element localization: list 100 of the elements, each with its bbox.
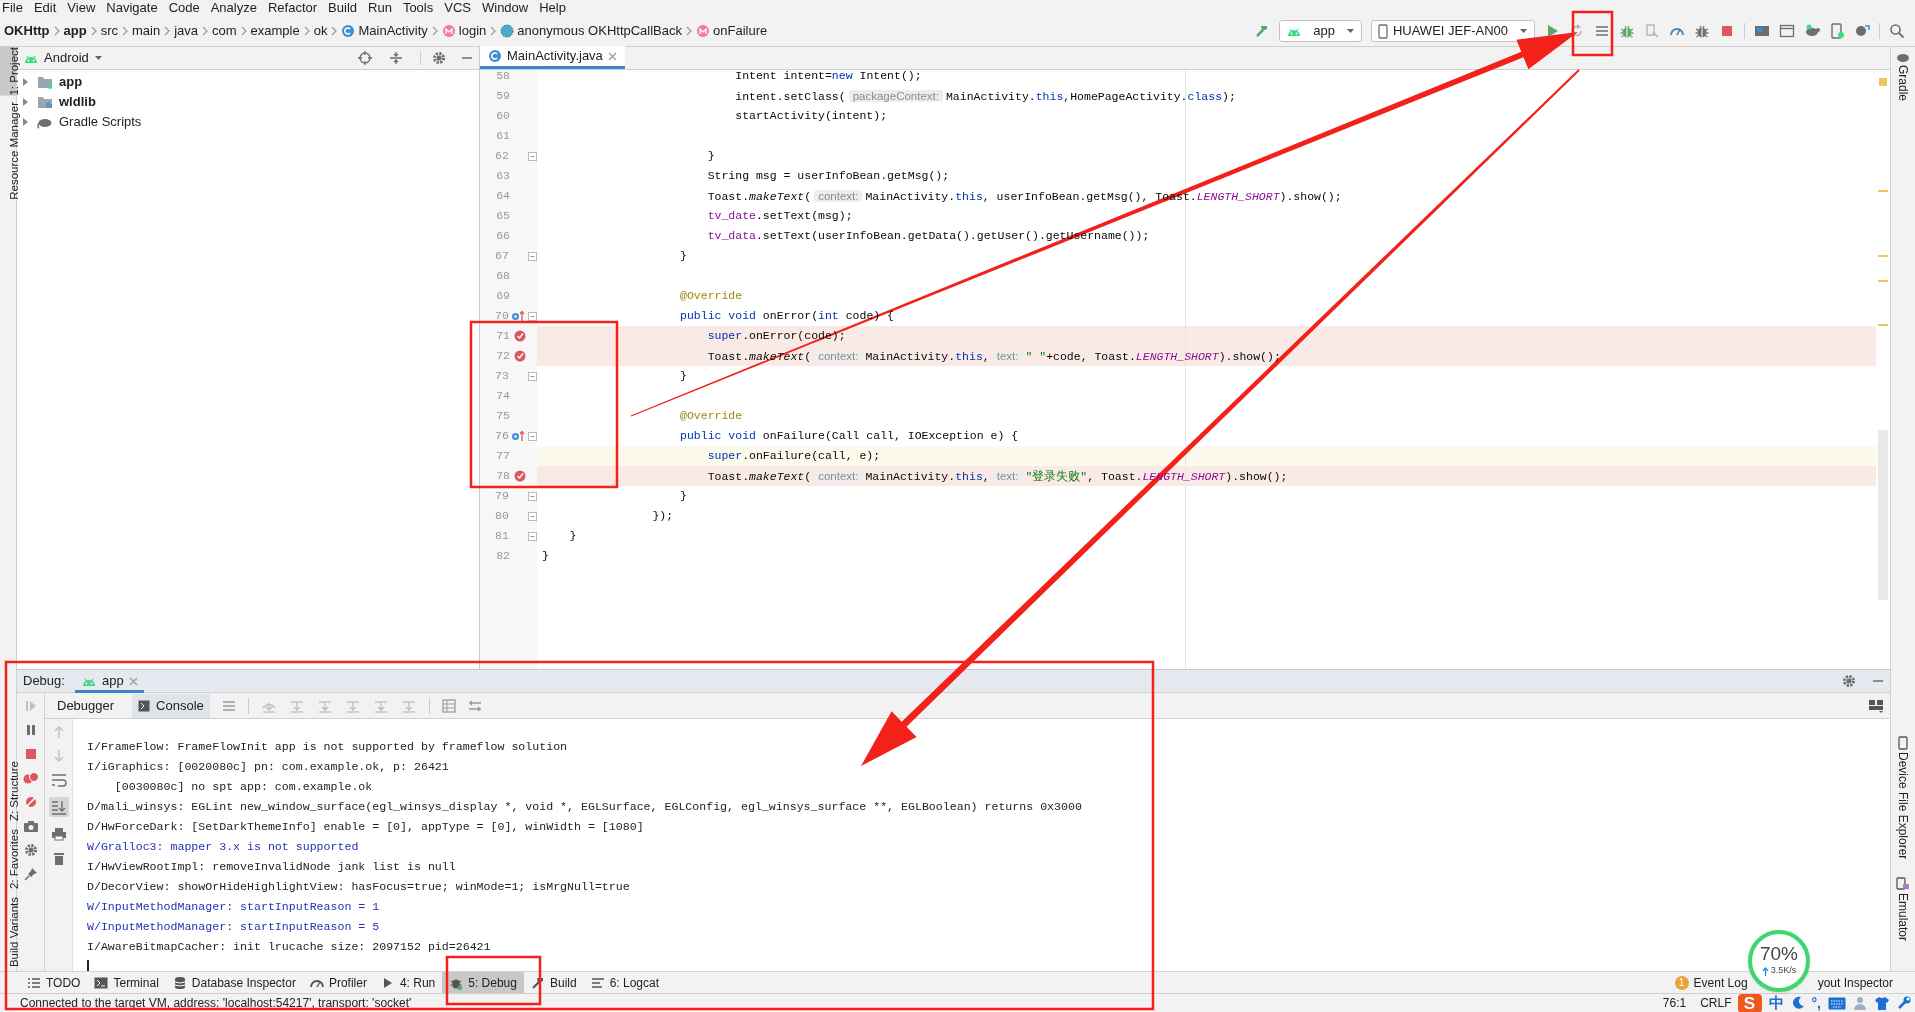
override-icon[interactable]	[511, 310, 526, 322]
menu-item[interactable]: Window	[481, 0, 529, 16]
menu-icon[interactable]	[221, 698, 236, 713]
debug-icon[interactable]	[1619, 23, 1635, 39]
keyboard-icon[interactable]	[1828, 996, 1846, 1010]
breadcrumb[interactable]: src	[100, 21, 118, 41]
editor-tab[interactable]: MainActivity.java	[480, 46, 625, 69]
menu-item[interactable]: Build	[328, 0, 357, 16]
settings-icon[interactable]	[23, 843, 38, 857]
breadcrumb[interactable]: anonymous OKHttpCallBack	[517, 21, 683, 41]
breadcrumb[interactable]: example	[250, 21, 300, 41]
trash-icon[interactable]	[52, 851, 65, 865]
moon-icon[interactable]	[1790, 996, 1805, 1010]
tool-window-tab[interactable]: Terminal	[87, 971, 166, 994]
person-icon[interactable]	[1853, 996, 1867, 1010]
tree-item[interactable]: app	[59, 72, 83, 92]
fold-marker-icon[interactable]	[528, 311, 537, 321]
close-icon[interactable]	[607, 51, 617, 61]
breakpoint-icon[interactable]	[514, 470, 526, 482]
mute-breakpoints-icon[interactable]	[23, 795, 38, 809]
tool-window-tab[interactable]: Z: Structure	[0, 760, 16, 821]
tool-window-tab[interactable]: Build	[523, 971, 584, 994]
menu-item[interactable]: Refactor	[267, 0, 318, 16]
caret-position[interactable]: 76:1	[1662, 994, 1687, 1012]
debug-session-tab[interactable]: app	[74, 669, 144, 693]
tool-window-tab[interactable]: Device File Explorer	[1893, 751, 1913, 859]
device-manager-icon[interactable]	[1829, 23, 1845, 39]
menu-item[interactable]: Edit	[33, 0, 57, 16]
close-icon[interactable]	[128, 676, 138, 686]
project-view-dropdown[interactable]: Android	[23, 48, 103, 68]
breadcrumb[interactable]: login	[458, 21, 487, 41]
fold-marker-icon[interactable]	[528, 531, 537, 541]
tree-item[interactable]: wldlib	[59, 92, 96, 112]
debugger-tab[interactable]: Console	[132, 693, 210, 718]
fold-marker-icon[interactable]	[528, 371, 537, 381]
breadcrumb[interactable]: com	[212, 21, 237, 41]
line-separator[interactable]: CRLF	[1700, 994, 1732, 1012]
turtle-icon[interactable]	[1804, 23, 1820, 39]
network-speed-widget[interactable]: 70% 3.5K/s	[1748, 930, 1810, 992]
breadcrumb[interactable]: main	[131, 21, 161, 41]
rerun-icon[interactable]	[1569, 23, 1585, 39]
breakpoint-icon[interactable]	[514, 350, 526, 362]
tool-window-tab[interactable]: 5: Debug	[442, 971, 524, 994]
breadcrumb[interactable]: MainActivity	[358, 21, 428, 41]
shirt-icon[interactable]	[1874, 996, 1890, 1010]
tool-window-tab[interactable]: Gradle	[1893, 65, 1913, 102]
breadcrumb[interactable]: ok	[313, 21, 328, 41]
collapse-icon[interactable]	[389, 51, 403, 65]
tool-window-tab[interactable]: Build Variants	[0, 896, 16, 967]
settings-icon[interactable]	[432, 51, 446, 65]
breakpoint-icon[interactable]	[514, 330, 526, 342]
fold-marker-icon[interactable]	[528, 251, 537, 261]
menu-item[interactable]: View	[67, 0, 96, 16]
stop-icon[interactable]	[1719, 23, 1735, 39]
menu-item[interactable]: VCS	[444, 0, 471, 16]
wrench-icon[interactable]	[1897, 996, 1911, 1010]
fold-marker-icon[interactable]	[528, 431, 537, 441]
tool-window-tab[interactable]: TODO	[20, 971, 88, 994]
bug-icon[interactable]	[1694, 23, 1710, 39]
breadcrumb[interactable]: OKHttp	[4, 21, 50, 41]
ime-mode[interactable]: 中	[1768, 991, 1784, 1012]
scroll-to-end-button[interactable]	[48, 797, 69, 817]
tool-window-tab[interactable]: Database Inspector	[165, 971, 303, 994]
fold-marker-icon[interactable]	[528, 491, 537, 501]
search-icon[interactable]	[1889, 23, 1905, 39]
run-config-dropdown[interactable]: app	[1279, 20, 1362, 42]
tool-window-tab[interactable]: 4: Run	[373, 971, 443, 994]
camera-icon[interactable]	[22, 819, 39, 833]
window-icon[interactable]	[1779, 23, 1795, 39]
tool-window-tab[interactable]: 6: Logcat	[583, 971, 666, 994]
stop-icon[interactable]	[23, 747, 38, 761]
crosshair-icon[interactable]	[358, 51, 372, 65]
menu-item[interactable]: File	[2, 0, 23, 16]
breadcrumb[interactable]: onFailure	[713, 21, 768, 41]
menu-item[interactable]: Analyze	[210, 0, 257, 16]
breadcrumb[interactable]: java	[174, 21, 198, 41]
settings-icon[interactable]	[1842, 674, 1856, 688]
tool-window-tab[interactable]: Profiler	[302, 971, 374, 994]
print-icon[interactable]	[50, 827, 67, 841]
tool-window-tab[interactable]: Emulator	[1893, 892, 1913, 941]
soft-wrap-icon[interactable]	[50, 773, 67, 787]
menu-item[interactable]: Code	[168, 0, 200, 16]
menu-item[interactable]: Navigate	[106, 0, 158, 16]
breakpoints-icon[interactable]	[22, 771, 39, 785]
debugger-tab[interactable]: Debugger	[51, 693, 121, 718]
device-dropdown[interactable]: HUAWEI JEF-AN00	[1370, 20, 1535, 42]
attach-debugger-icon[interactable]	[1644, 23, 1660, 39]
menu-item[interactable]: Help	[539, 0, 566, 16]
tool-window-tab[interactable]: 2: Favorites	[0, 828, 16, 889]
tool-window-tab[interactable]: yout Inspector	[1817, 971, 1893, 994]
tool-window-tab[interactable]: 1 Event Log	[1674, 971, 1748, 994]
menu-item[interactable]: Tools	[402, 0, 434, 16]
override-icon[interactable]	[511, 430, 526, 442]
menu-icon[interactable]	[1594, 23, 1610, 39]
menu-item[interactable]: Run	[368, 0, 392, 16]
layout-icon[interactable]	[1868, 698, 1884, 713]
breadcrumb[interactable]: app	[63, 21, 87, 41]
tree-item[interactable]: Gradle Scripts	[59, 112, 142, 132]
fold-marker-icon[interactable]	[528, 511, 537, 521]
ime-punctuation[interactable]: °,	[1811, 992, 1821, 1012]
